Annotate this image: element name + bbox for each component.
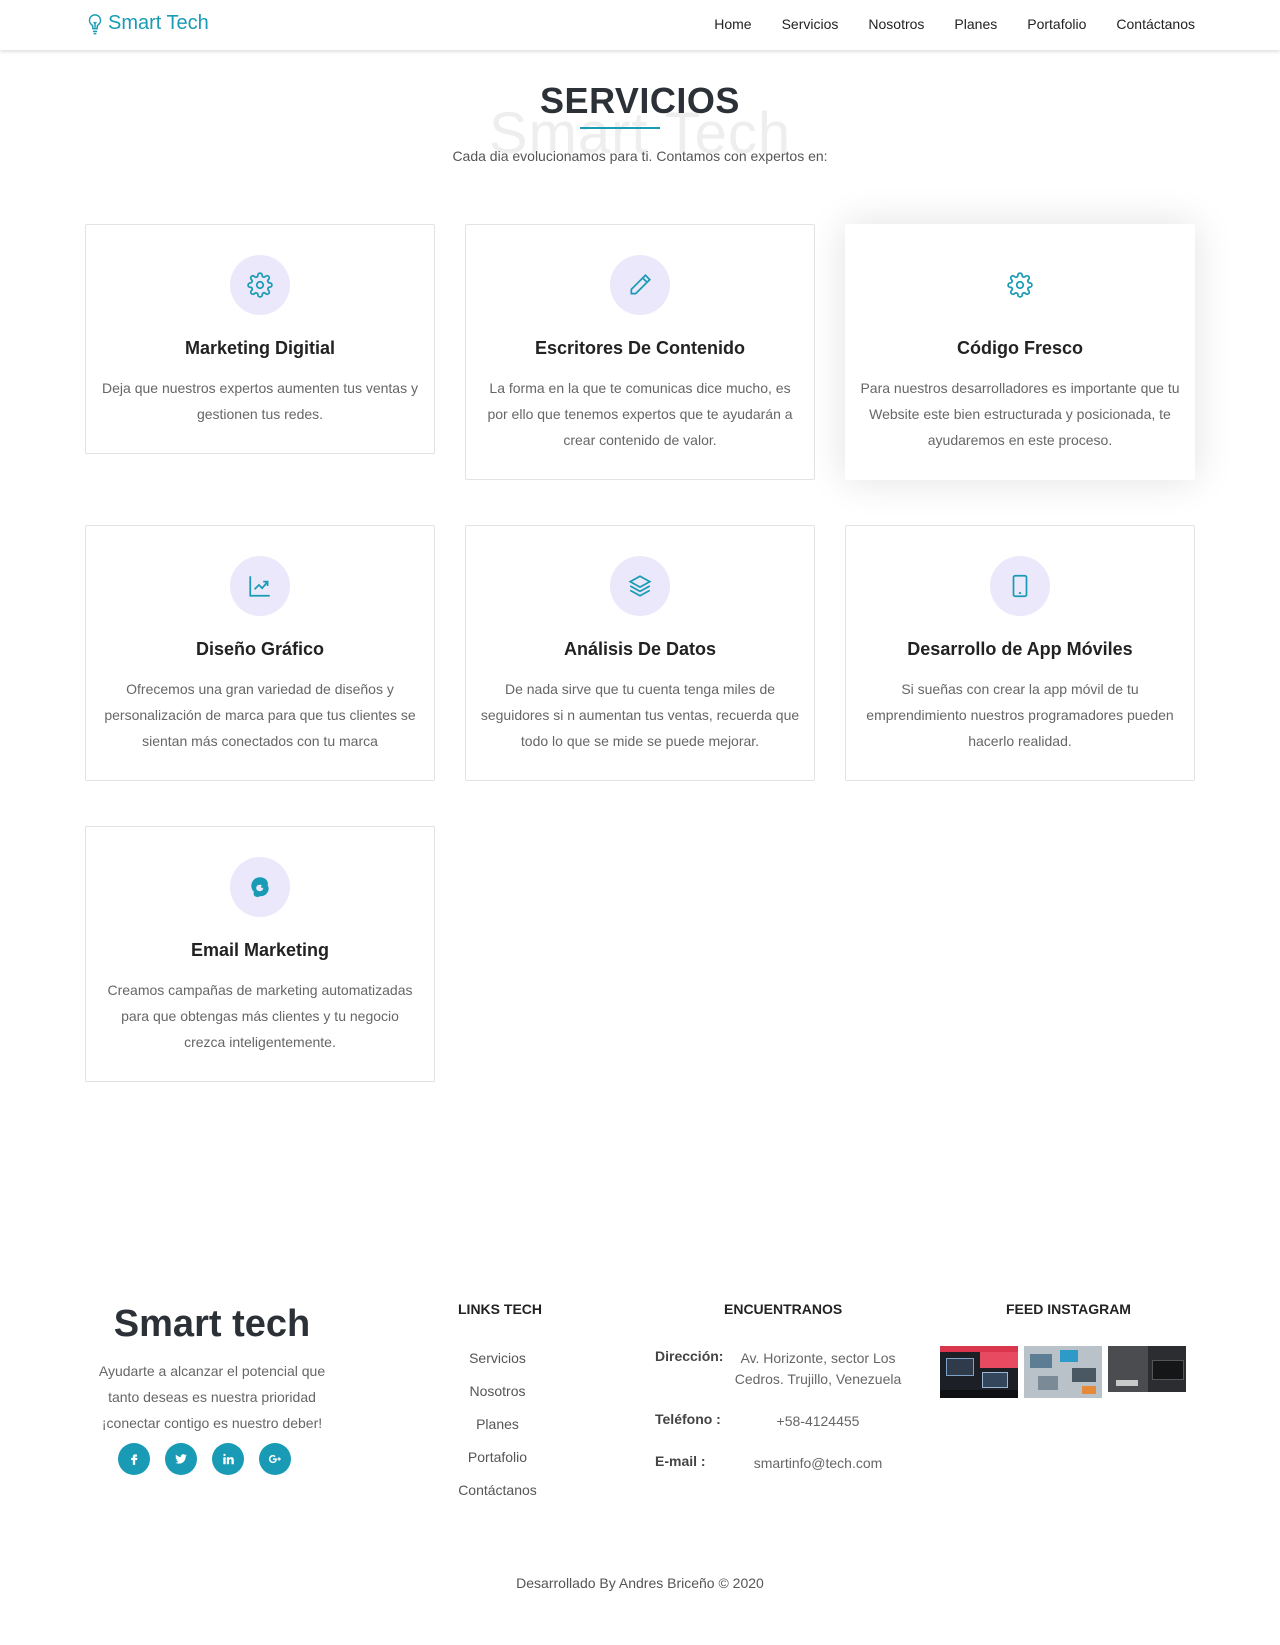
service-card[interactable]: Análisis De Datos De nada sirve que tu c… xyxy=(465,525,815,781)
chart-line-icon xyxy=(230,556,290,616)
email-value[interactable]: smartinfo@tech.com xyxy=(733,1453,903,1474)
service-description: Creamos campañas de marketing automatiza… xyxy=(107,982,413,1050)
service-title: Diseño Gráfico xyxy=(195,639,325,659)
services-header: Smart Tech SERVICIOS Cada dia evoluciona… xyxy=(0,80,1280,166)
service-title: Código Fresco xyxy=(956,338,1083,358)
footer-link-nosotros[interactable]: Nosotros xyxy=(430,1382,565,1415)
instagram-photo[interactable] xyxy=(1024,1346,1102,1398)
layers-icon xyxy=(610,556,670,616)
service-description: La forma en la que te comunicas dice muc… xyxy=(487,380,793,448)
facebook-icon[interactable] xyxy=(118,1443,150,1475)
instagram-title: FEED INSTAGRAM xyxy=(1006,1301,1131,1317)
service-card[interactable]: Diseño Gráfico Ofrecemos una gran varied… xyxy=(85,525,435,781)
footer-link-servicios[interactable]: Servicios xyxy=(430,1349,565,1382)
pencil-icon xyxy=(610,255,670,315)
gear-icon xyxy=(230,255,290,315)
address-label: Dirección: xyxy=(655,1348,724,1364)
service-title: Escritores De Contenido xyxy=(534,338,746,358)
service-title: Desarrollo de App Móviles xyxy=(907,639,1133,659)
copyright: Desarrollado By Andres Briceño © 2020 xyxy=(516,1575,764,1591)
phone-value: +58-4124455 xyxy=(776,1413,860,1429)
service-description: Para nuestros desarrolladores es importa… xyxy=(860,380,1180,448)
footer-brand-name: Smart tech xyxy=(113,1303,311,1345)
service-card[interactable]: Código Fresco Para nuestros desarrollado… xyxy=(845,224,1195,480)
links-title: LINKS TECH xyxy=(458,1301,542,1317)
nav-link-nosotros[interactable]: Nosotros xyxy=(868,16,924,32)
email-label: E-mail : xyxy=(655,1453,706,1469)
footer-brand: Smart tech Ayudarte a alcanzar el potenc… xyxy=(86,1303,338,1436)
service-title: Marketing Digitial xyxy=(184,338,336,358)
phone-label: Teléfono : xyxy=(655,1411,721,1427)
twitter-icon[interactable] xyxy=(165,1443,197,1475)
google-plus-icon[interactable] xyxy=(259,1443,291,1475)
navbar: Smart Tech Home Servicios Nosotros Plane… xyxy=(0,0,1280,50)
service-description: Si sueñas con crear la app móvil de tu e… xyxy=(866,681,1174,749)
service-card[interactable]: Email Marketing Creamos campañas de mark… xyxy=(85,826,435,1082)
footer-link-planes[interactable]: Planes xyxy=(430,1415,565,1448)
service-title: Análisis De Datos xyxy=(563,639,717,659)
social-links xyxy=(118,1443,291,1475)
nav-link-servicios[interactable]: Servicios xyxy=(782,16,839,32)
nav-link-portafolio[interactable]: Portafolio xyxy=(1027,16,1086,32)
footer-tagline: Ayudarte a alcanzar el potencial que tan… xyxy=(98,1363,326,1431)
section-title: SERVICIOS xyxy=(540,80,740,121)
service-description: Ofrecemos una gran variedad de diseños y… xyxy=(104,681,416,749)
nav-menu: Home Servicios Nosotros Planes Portafoli… xyxy=(714,16,1195,32)
service-card[interactable]: Desarrollo de App Móviles Si sueñas con … xyxy=(845,525,1195,781)
service-description: De nada sirve que tu cuenta tenga miles … xyxy=(480,681,800,749)
service-card[interactable]: Escritores De Contenido La forma en la q… xyxy=(465,224,815,480)
brand-logo-link[interactable]: Smart Tech xyxy=(86,12,209,35)
footer-link-portafolio[interactable]: Portafolio xyxy=(430,1448,565,1481)
service-title: Email Marketing xyxy=(190,940,330,960)
title-underline xyxy=(580,127,660,129)
gear-icon xyxy=(990,255,1050,315)
instagram-photo[interactable] xyxy=(1108,1346,1186,1392)
nav-link-contactanos[interactable]: Contáctanos xyxy=(1116,16,1195,32)
address-value: Av. Horizonte, sector Los Cedros. Trujil… xyxy=(734,1350,902,1387)
instagram-photo[interactable] xyxy=(940,1346,1018,1398)
section-subtitle: Cada dia evolucionamos para ti. Contamos… xyxy=(452,148,828,164)
lightbulb-icon xyxy=(88,13,102,34)
footer-link-contactanos[interactable]: Contáctanos xyxy=(430,1481,565,1514)
mobile-icon xyxy=(990,556,1050,616)
service-description: Deja que nuestros expertos aumenten tus … xyxy=(102,380,418,422)
mailchimp-icon xyxy=(230,857,290,917)
nav-link-home[interactable]: Home xyxy=(714,16,751,32)
service-card[interactable]: Marketing Digitial Deja que nuestros exp… xyxy=(85,224,435,454)
nav-link-planes[interactable]: Planes xyxy=(954,16,997,32)
contact-title: ENCUENTRANOS xyxy=(724,1301,843,1317)
instagram-feed xyxy=(940,1346,1186,1398)
brand-name: Smart Tech xyxy=(108,12,209,34)
footer-links: Servicios Nosotros Planes Portafolio Con… xyxy=(430,1349,565,1514)
linkedin-icon[interactable] xyxy=(212,1443,244,1475)
